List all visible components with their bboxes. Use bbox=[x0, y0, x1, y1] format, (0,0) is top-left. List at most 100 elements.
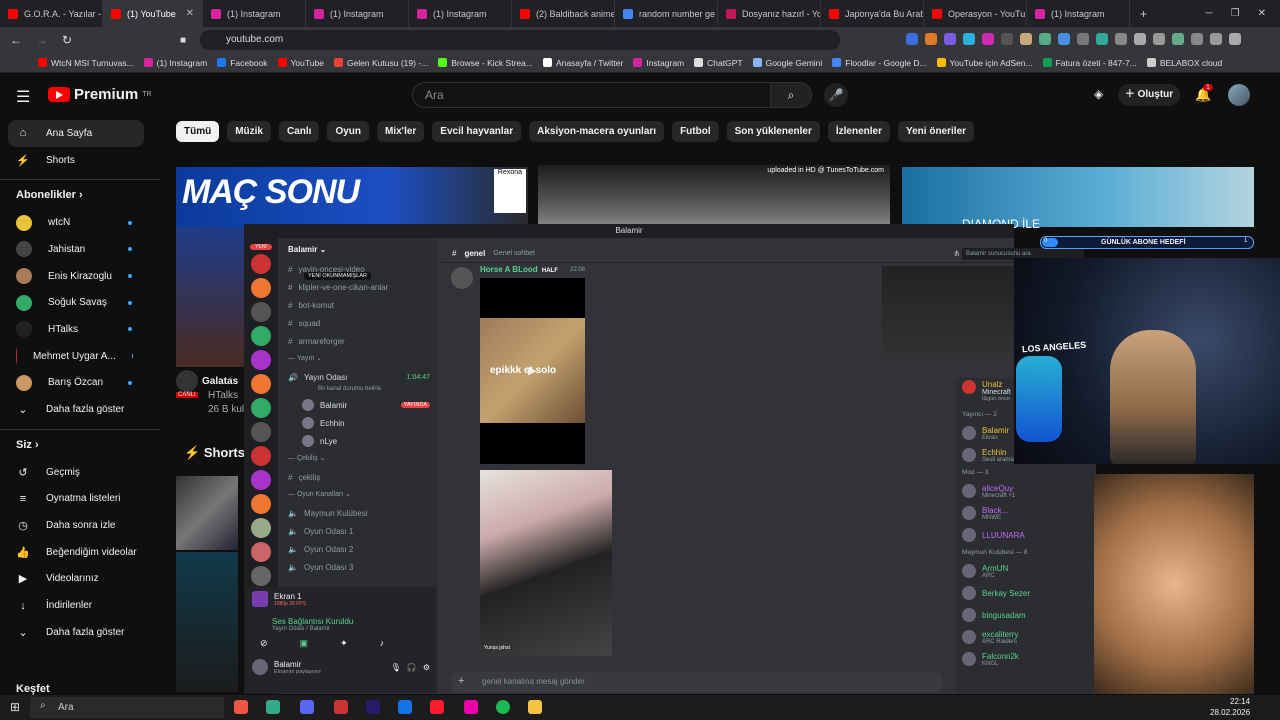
browser-tab[interactable]: (1) Instagram bbox=[409, 0, 512, 27]
search-button[interactable]: ⌕ bbox=[770, 82, 812, 108]
bookmark-item[interactable]: WtcN MSI Turnuvas... bbox=[38, 58, 134, 68]
extension-icon[interactable] bbox=[1096, 33, 1108, 45]
extension-icon[interactable] bbox=[1020, 33, 1032, 45]
browser-tab[interactable]: random number ge bbox=[615, 0, 718, 27]
subscription-item[interactable]: Jahistan bbox=[0, 236, 160, 263]
channel-snippet[interactable]: Galatas CANLI HTalks 26 B kul bbox=[176, 370, 244, 415]
chip-5[interactable]: Evcil hayvanlar bbox=[432, 121, 522, 142]
app-icon[interactable] bbox=[334, 700, 348, 714]
channel-cekilis[interactable]: # çekiliş bbox=[278, 468, 438, 486]
avatar[interactable] bbox=[451, 267, 473, 289]
sidebar-item[interactable]: ≡ Oynatma listeleri bbox=[0, 486, 160, 513]
extension-icon[interactable] bbox=[1153, 33, 1165, 45]
member-item[interactable]: Berkay Sezer bbox=[956, 582, 1096, 604]
sidebar-item[interactable]: ↓ İndirilenler bbox=[0, 592, 160, 619]
extension-icon[interactable] bbox=[1134, 33, 1146, 45]
bookmark-item[interactable]: ChatGPT bbox=[694, 58, 743, 68]
menu-icon[interactable]: ☰ bbox=[16, 87, 30, 107]
server-icon[interactable] bbox=[251, 518, 271, 538]
server-header[interactable]: Balamir ⌄ bbox=[278, 238, 438, 260]
settings-icon[interactable]: ⚙ bbox=[423, 663, 430, 672]
message-input[interactable]: genel kanalına mesaj gönder bbox=[452, 672, 942, 692]
chip-7[interactable]: Futbol bbox=[672, 121, 719, 142]
voice-channel[interactable]: 🔈 Oyun Odası 3 bbox=[278, 558, 438, 576]
add-attachment-icon[interactable]: + bbox=[458, 675, 464, 687]
video-thumbnail[interactable] bbox=[176, 227, 244, 367]
voice-channel[interactable]: 🔈 Oyun Odası 1 bbox=[278, 522, 438, 540]
extension-icon[interactable] bbox=[1115, 33, 1127, 45]
subscription-item[interactable]: wtcN bbox=[0, 209, 160, 236]
browser-tab[interactable]: Operasyon - YouTu bbox=[924, 0, 1027, 27]
chip-4[interactable]: Mix'ler bbox=[377, 121, 425, 142]
chip-0[interactable]: Tümü bbox=[176, 121, 220, 142]
stream-preview[interactable]: Ekran 1 1080p 30 FPS bbox=[246, 587, 436, 611]
sidebar-item[interactable]: ⚡ Shorts bbox=[0, 147, 160, 174]
opera-icon[interactable] bbox=[430, 700, 444, 714]
shorts-thumbnail[interactable] bbox=[176, 476, 238, 550]
browser-tab[interactable]: (1) Instagram bbox=[306, 0, 409, 27]
member-item[interactable]: aliceQuy Minecraft +1 bbox=[956, 480, 1096, 502]
app-icon[interactable] bbox=[266, 700, 280, 714]
url-field[interactable]: youtube.com bbox=[200, 30, 840, 50]
bookmark-item[interactable]: Facebook bbox=[217, 58, 268, 68]
extension-icon[interactable] bbox=[1172, 33, 1184, 45]
chip-3[interactable]: Oyun bbox=[327, 121, 370, 142]
subscriptions-heading[interactable]: Abonelikler › bbox=[0, 179, 160, 209]
screen-share-preview[interactable] bbox=[882, 266, 1014, 362]
bookmark-item[interactable]: (1) Instagram bbox=[143, 58, 207, 68]
create-button[interactable]: ＋ Oluştur bbox=[1118, 84, 1180, 106]
bookmark-item[interactable]: Floodlar - Google D... bbox=[832, 58, 927, 68]
extension-icon[interactable] bbox=[982, 33, 994, 45]
chip-6[interactable]: Aksiyon-macera oyunları bbox=[529, 121, 665, 142]
app-icon[interactable] bbox=[234, 700, 248, 714]
extension-icon[interactable] bbox=[1039, 33, 1051, 45]
avatar[interactable] bbox=[1228, 84, 1250, 106]
maximize-icon[interactable]: ❐ bbox=[1231, 8, 1240, 19]
chip-8[interactable]: Son yüklenenler bbox=[726, 121, 820, 142]
voice-user[interactable]: Echhin bbox=[278, 414, 438, 432]
member-item[interactable]: LLUUNARA bbox=[956, 524, 1096, 546]
bookmark-item[interactable]: Google Gemini bbox=[752, 58, 822, 68]
server-icon[interactable] bbox=[251, 398, 271, 418]
sidebar-item[interactable]: 👍 Beğendiğim videolar bbox=[0, 539, 160, 566]
member-item[interactable]: Falconn2k KNGL bbox=[956, 648, 1096, 670]
mic-icon[interactable]: 🎙 bbox=[391, 663, 401, 672]
chip-9[interactable]: İzlenenler bbox=[827, 121, 890, 142]
text-channel[interactable]: # bot-komut bbox=[278, 296, 438, 314]
show-more-button[interactable]: ⌄ Daha fazla göster bbox=[0, 396, 160, 423]
browser-tab[interactable]: (1) Instagram bbox=[203, 0, 306, 27]
bookmark-item[interactable]: Browse - Kick Strea... bbox=[438, 58, 533, 68]
back-icon[interactable]: ← bbox=[10, 33, 22, 47]
bookmark-item[interactable]: Anasayfa / Twitter bbox=[542, 58, 623, 68]
video-thumbnail[interactable]: MAÇ SONU Rexona bbox=[176, 167, 528, 227]
search-input[interactable]: Ara bbox=[412, 82, 772, 108]
bookmark-item[interactable]: Instagram bbox=[633, 58, 684, 68]
sidebar-item[interactable]: ▶ Videolarınız bbox=[0, 566, 160, 593]
photoshop-icon[interactable] bbox=[398, 700, 412, 714]
new-tab-icon[interactable]: + bbox=[1130, 7, 1157, 21]
extension-icon[interactable] bbox=[1001, 33, 1013, 45]
mic-icon[interactable]: 🎤 bbox=[824, 83, 848, 107]
play-icon[interactable]: ▶ bbox=[528, 364, 536, 377]
voice-user[interactable]: nLye bbox=[278, 432, 438, 450]
clock[interactable]: 22:14 28.02.2026 bbox=[1210, 696, 1250, 718]
headphones-icon[interactable]: 🎧 bbox=[407, 663, 417, 672]
browser-tab[interactable]: Japonya'da Bu Arab bbox=[821, 0, 924, 27]
member-item[interactable]: Black... MNWE bbox=[956, 502, 1096, 524]
bookmark-item[interactable]: Fatura özeti - 847-7... bbox=[1042, 58, 1137, 68]
extension-icon[interactable] bbox=[963, 33, 975, 45]
server-icon[interactable] bbox=[251, 542, 271, 562]
extension-icon[interactable] bbox=[906, 33, 918, 45]
sidebar-item[interactable]: ↺ Geçmiş bbox=[0, 459, 160, 486]
category-oyun[interactable]: — Oyun Kanalları ⌄ bbox=[278, 486, 438, 504]
extension-icon[interactable] bbox=[925, 33, 937, 45]
threads-icon[interactable]: ⋔ bbox=[953, 249, 960, 258]
bookmark-item[interactable]: BELABOX cloud bbox=[1146, 58, 1222, 68]
chip-10[interactable]: Yeni öneriler bbox=[898, 121, 975, 142]
shorts-thumbnail[interactable] bbox=[176, 552, 238, 692]
message-author[interactable]: Horse A BLood HALF bbox=[480, 265, 560, 274]
extension-icon[interactable] bbox=[1210, 33, 1222, 45]
sidebar-item[interactable]: ⌄ Daha fazla göster bbox=[0, 619, 160, 646]
forward-icon[interactable]: → bbox=[36, 33, 48, 47]
server-icon[interactable] bbox=[251, 254, 271, 274]
